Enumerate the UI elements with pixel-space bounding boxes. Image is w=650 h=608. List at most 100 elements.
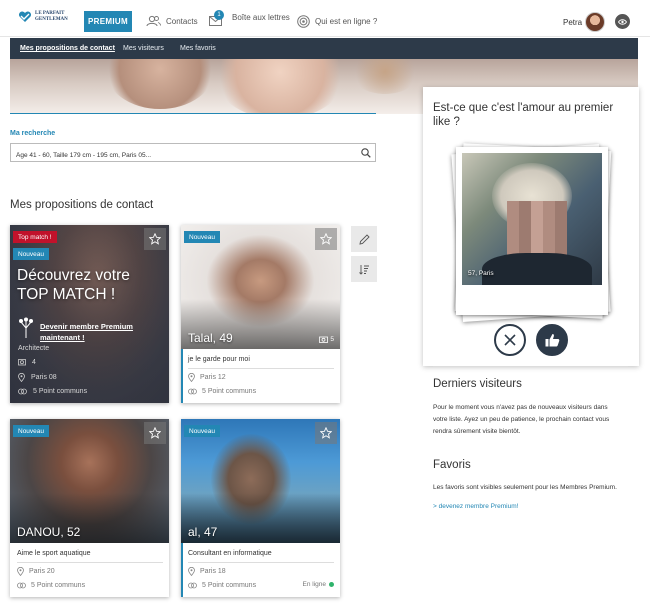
card-accent-bar bbox=[181, 543, 183, 597]
common-points-row: 5 Point communs bbox=[17, 582, 85, 589]
common-points-text: 5 Point communs bbox=[202, 582, 257, 589]
logo-text-line2: GENTLEMAN bbox=[35, 17, 68, 22]
location-pin-icon bbox=[188, 567, 195, 576]
pencil-icon bbox=[358, 233, 370, 245]
nav-inbox-label: Boîte aux lettres bbox=[232, 12, 290, 22]
nav-online[interactable]: Qui est en ligne ? bbox=[297, 13, 377, 29]
star-icon bbox=[149, 427, 161, 439]
photo-shirt bbox=[482, 253, 592, 285]
common-points-text: 5 Point communs bbox=[31, 582, 86, 589]
photo-caption: 57, Paris bbox=[468, 270, 494, 277]
profile-card[interactable]: Nouveau DANOU, 52 Aime le sport aquatiqu… bbox=[10, 419, 169, 597]
location-pin-icon bbox=[18, 373, 25, 382]
common-points-row: 5 Point communs bbox=[188, 388, 256, 395]
location-row: Paris 08 bbox=[18, 373, 57, 382]
photo-count: 5 bbox=[319, 336, 334, 343]
star-icon bbox=[320, 427, 332, 439]
subnav-propositions[interactable]: Mes propositions de contact bbox=[20, 45, 115, 52]
profile-name[interactable]: Talal, 49 bbox=[188, 331, 233, 345]
rings-icon bbox=[17, 582, 26, 589]
top-match-title-line2: TOP MATCH ! bbox=[17, 286, 116, 303]
card-accent-bar bbox=[181, 349, 183, 403]
user-name[interactable]: Petra bbox=[563, 18, 582, 27]
camera-icon bbox=[319, 336, 329, 343]
profile-description: Consultant en informatique bbox=[188, 550, 272, 557]
profile-description: je le garde pour moi bbox=[188, 356, 250, 363]
location-pin-icon bbox=[17, 567, 24, 576]
visitors-text-line2: votre liste. Ayez un peu de patience, le… bbox=[433, 416, 610, 423]
location-row: Paris 12 bbox=[188, 373, 226, 382]
job-text: Architecte bbox=[18, 345, 50, 352]
common-points-text: 5 Point communs bbox=[202, 388, 257, 395]
favorite-star-button[interactable] bbox=[315, 228, 337, 250]
envelope-icon-wrap: 1 bbox=[209, 10, 227, 26]
star-icon bbox=[320, 233, 332, 245]
edit-search-button[interactable] bbox=[351, 226, 377, 252]
favorite-star-button[interactable] bbox=[315, 422, 337, 444]
love-panel-title: Est-ce que c'est l'amour au premier like… bbox=[433, 102, 614, 128]
hero-face-right bbox=[215, 59, 345, 114]
thumbs-up-icon bbox=[545, 334, 559, 347]
common-points-row: 5 Point communs bbox=[188, 582, 256, 589]
inbox-badge: 1 bbox=[214, 10, 224, 20]
favorites-text: Les favoris sont visibles seulement pour… bbox=[433, 484, 617, 491]
become-premium-link-line1: Devenir membre Premium bbox=[40, 322, 133, 331]
search-field[interactable] bbox=[10, 143, 376, 164]
become-premium-link[interactable]: Devenir membre Premium maintenant ! bbox=[40, 321, 160, 343]
search-icon[interactable] bbox=[361, 148, 371, 158]
photos-count: 4 bbox=[32, 358, 36, 366]
online-status-text: En ligne bbox=[302, 581, 327, 588]
rings-icon bbox=[188, 582, 197, 589]
favorite-star-button[interactable] bbox=[144, 422, 166, 444]
favorite-star-button[interactable] bbox=[144, 228, 166, 250]
top-match-tag: Top match ! bbox=[13, 231, 57, 243]
visitors-text-line1: Pour le moment vous n'avez pas de nouvea… bbox=[433, 404, 608, 411]
sort-button[interactable] bbox=[351, 256, 377, 282]
dislike-button[interactable] bbox=[494, 324, 526, 356]
logo-text: LE PARFAIT GENTLEMAN bbox=[35, 11, 68, 23]
rings-icon bbox=[18, 388, 27, 395]
subnav-visitors[interactable]: Mes visiteurs bbox=[123, 45, 164, 52]
users-icon bbox=[146, 15, 161, 27]
new-tag: Nouveau bbox=[184, 425, 221, 437]
top-match-card[interactable]: Top match ! Nouveau Découvrez votre TOP … bbox=[10, 225, 169, 403]
star-icon bbox=[149, 233, 161, 245]
nav-contacts[interactable]: Contacts bbox=[146, 13, 198, 29]
hero-hair bbox=[350, 59, 420, 94]
close-icon bbox=[504, 334, 516, 346]
heart-logo-icon bbox=[18, 11, 32, 22]
photo-stack-front[interactable]: 57, Paris bbox=[456, 147, 608, 315]
bouquet-icon bbox=[19, 317, 33, 338]
premium-button[interactable]: PREMIUM bbox=[84, 11, 132, 32]
nav-inbox[interactable]: 1 Boîte aux lettres bbox=[209, 10, 290, 29]
user-avatar[interactable] bbox=[585, 12, 605, 32]
visibility-eye-button[interactable] bbox=[615, 14, 630, 29]
search-input[interactable] bbox=[11, 147, 351, 164]
profile-name[interactable]: DANOU, 52 bbox=[17, 525, 80, 539]
card-divider bbox=[17, 562, 163, 563]
pixelated-face bbox=[507, 201, 567, 255]
new-tag: Nouveau bbox=[13, 425, 50, 437]
profile-name[interactable]: al, 47 bbox=[188, 525, 217, 539]
eye-icon bbox=[618, 18, 627, 25]
profile-card[interactable]: Nouveau al, 47 Consultant en informatiqu… bbox=[181, 419, 340, 597]
photos-row: 4 bbox=[18, 358, 36, 366]
profile-card[interactable]: Nouveau Talal, 49 5 je le garde pour moi… bbox=[181, 225, 340, 403]
become-premium-link-right[interactable]: > devenez membre Premium! bbox=[433, 503, 518, 510]
love-at-first-like-panel: Est-ce que c'est l'amour au premier like… bbox=[423, 87, 639, 366]
common-points-row: 5 Point communs bbox=[18, 388, 87, 395]
nav-contacts-label: Contacts bbox=[166, 16, 198, 26]
like-button[interactable] bbox=[536, 324, 568, 356]
online-radar-icon bbox=[297, 14, 310, 28]
right-divider bbox=[433, 366, 628, 367]
visitors-text: Pour le moment vous n'avez pas de nouvea… bbox=[433, 402, 628, 438]
hero-accent-line bbox=[10, 113, 376, 114]
section-title: Mes propositions de contact bbox=[10, 199, 154, 211]
new-tag: Nouveau bbox=[184, 231, 221, 243]
site-logo[interactable]: LE PARFAIT GENTLEMAN bbox=[18, 11, 68, 23]
top-match-title: Découvrez votre TOP MATCH ! bbox=[17, 266, 165, 304]
location-text: Paris 18 bbox=[200, 568, 226, 575]
search-label: Ma recherche bbox=[10, 130, 56, 137]
become-premium-link-line2: maintenant ! bbox=[40, 333, 85, 342]
subnav-favorites[interactable]: Mes favoris bbox=[180, 45, 216, 52]
